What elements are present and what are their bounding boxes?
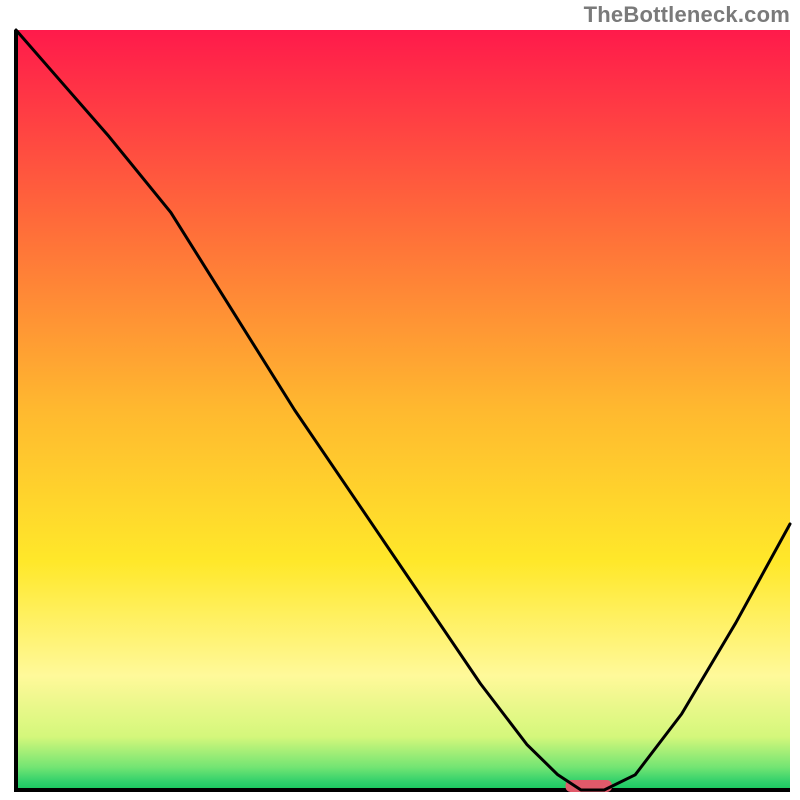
watermark-text: TheBottleneck.com <box>584 2 790 28</box>
gradient-plot-bg <box>16 30 790 790</box>
chart-container: TheBottleneck.com <box>0 0 800 800</box>
bottleneck-chart <box>0 0 800 800</box>
